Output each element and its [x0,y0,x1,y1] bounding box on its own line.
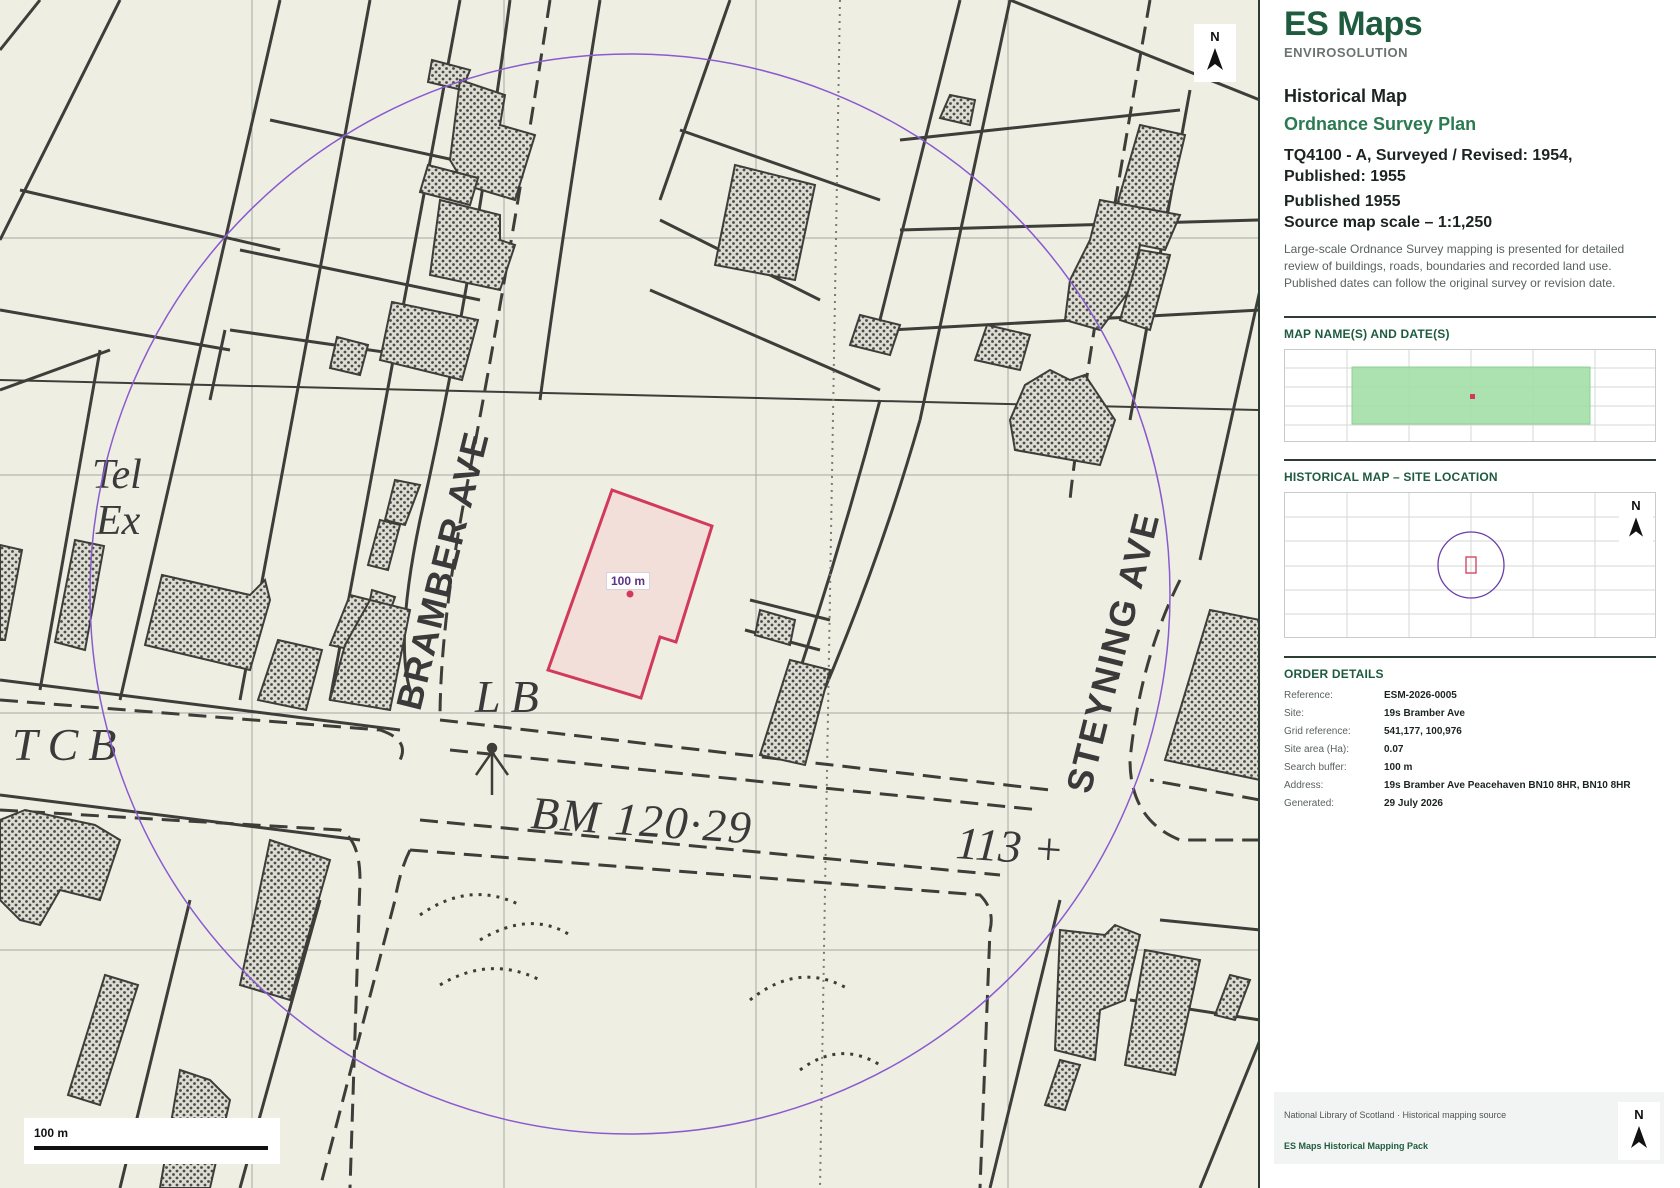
order-detail-row: Address: 19s Bramber Ave Peacehaven BN10… [1284,780,1631,798]
detail-value: 541,177, 100,976 [1384,726,1462,737]
section-heading-order-details: ORDER DETAILS [1284,667,1384,681]
north-letter: N [1634,1107,1644,1122]
brand-title: ES Maps [1284,5,1423,43]
map-type-heading: Historical Map [1284,86,1408,106]
section-heading-map-names: MAP NAME(S) AND DATE(S) [1284,327,1450,341]
detail-value: 19s Bramber Ave Peacehaven BN10 8HR, BN1… [1384,780,1631,791]
map-coverage-panel [1284,349,1656,442]
section-divider [1284,656,1656,658]
section-divider [1284,459,1656,461]
map-label-ex: Ex [95,498,141,544]
scale-bar: 100 m [24,1118,280,1164]
map-viewport[interactable]: Tel Ex TCB LB BM 120·29 113 + BRAMBER AV… [0,0,1260,1188]
detail-key: Reference: [1284,690,1333,701]
north-letter: N [1631,498,1641,513]
section-divider [1284,316,1656,318]
source-map-scale: Source map scale – 1:1,250 [1284,214,1493,231]
order-detail-row: Site area (Ha): 0.07 [1284,744,1631,762]
detail-value: 0.07 [1384,744,1404,755]
north-letter: N [1210,29,1220,44]
north-arrow-icon [1207,48,1223,70]
map-label-tcb: TCB [12,719,126,770]
map-description: Large-scale Ordnance Survey mapping is p… [1284,242,1625,290]
detail-value: 100 m [1384,762,1413,773]
map-label-lb: LB [474,671,549,722]
order-detail-row: Reference: ESM-2026-0005 [1284,690,1631,708]
scale-bar-label: 100 m [34,1126,69,1140]
footer-north-arrow: N [1618,1102,1660,1160]
order-details-table: Reference: ESM-2026-0005 Site: 19s Bramb… [1284,690,1631,816]
detail-value: ESM-2026-0005 [1384,690,1457,701]
footer-source: National Library of Scotland · Historica… [1284,1110,1507,1120]
order-detail-row: Site: 19s Bramber Ave [1284,708,1631,726]
north-arrow-icon [1629,517,1643,537]
site-location-diagram [1285,493,1655,637]
detail-value: 19s Bramber Ave [1384,708,1465,719]
detail-key: Address: [1284,780,1324,791]
historical-map-image: Tel Ex TCB LB BM 120·29 113 + BRAMBER AV… [0,0,1258,1188]
sheet-info: TQ4100 - A, Surveyed / Revised: 1954, Pu… [1284,147,1573,185]
detail-key: Grid reference: [1284,726,1351,737]
order-detail-row: Generated: 29 July 2026 [1284,798,1631,816]
detail-key: Site: [1284,708,1305,719]
order-detail-row: Grid reference: 541,177, 100,976 [1284,726,1631,744]
report-footer: National Library of Scotland · Historica… [1274,1092,1664,1164]
report-sidebar: ES Maps ENVIROSOLUTION Historical Map Or… [1262,0,1680,1188]
coverage-site-marker [1470,394,1475,399]
location-north-arrow: N [1619,493,1653,543]
brand-subtitle: ENVIROSOLUTION [1284,45,1409,60]
buffer-distance-label: 100 m [606,572,651,590]
published-date: Published 1955 [1284,193,1401,210]
north-arrow-icon [1631,1126,1647,1148]
map-series-heading: Ordnance Survey Plan [1284,114,1477,134]
site-centroid-marker [626,590,634,598]
map-north-arrow: N [1194,24,1236,82]
site-location-panel: N [1284,492,1656,638]
section-heading-site-location: HISTORICAL MAP – SITE LOCATION [1284,470,1498,484]
detail-key: Search buffer: [1284,762,1347,773]
detail-key: Site area (Ha): [1284,744,1350,755]
footer-pack-name: ES Maps Historical Mapping Pack [1284,1141,1429,1151]
coverage-diagram [1285,350,1655,441]
scale-bar-line [34,1146,268,1150]
map-label-spot-height: 113 + [954,817,1065,875]
detail-value: 29 July 2026 [1384,798,1443,809]
detail-key: Generated: [1284,798,1335,809]
order-detail-row: Search buffer: 100 m [1284,762,1631,780]
